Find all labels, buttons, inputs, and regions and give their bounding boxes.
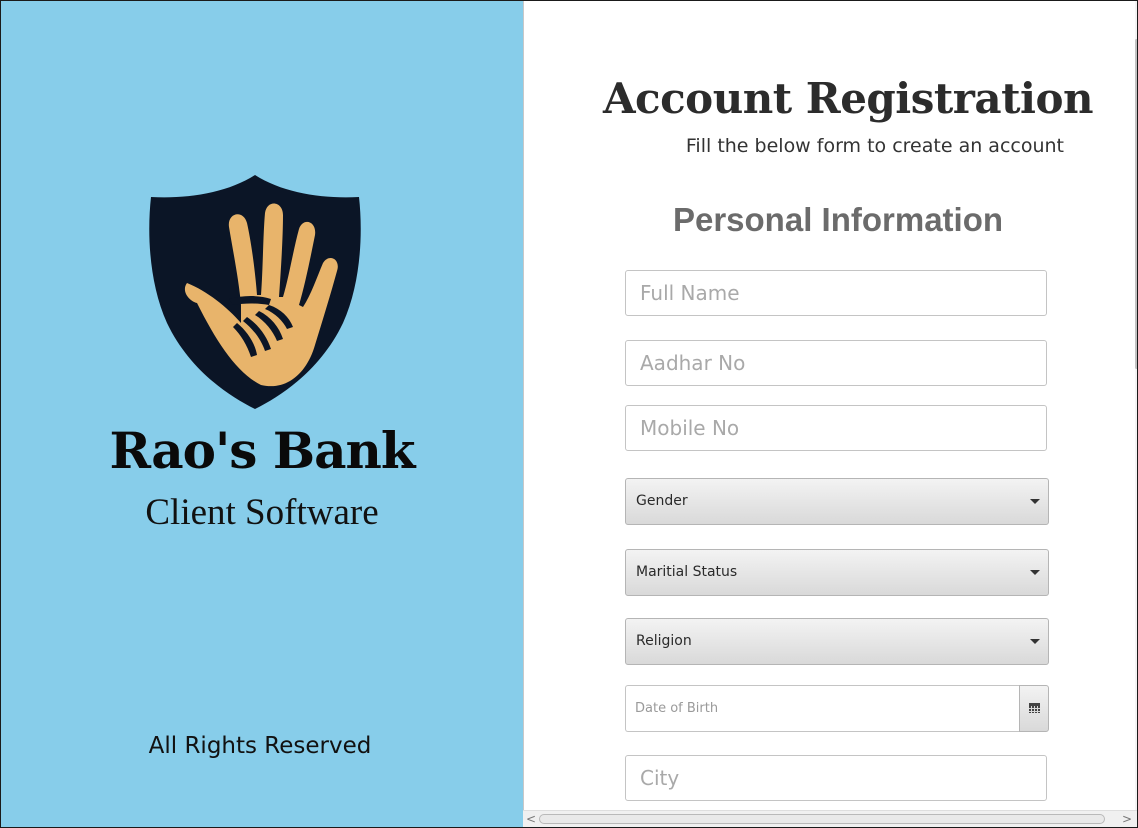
horizontal-scrollbar-thumb[interactable] — [539, 814, 1105, 824]
marital-status-select[interactable]: Maritial Status — [625, 549, 1049, 596]
scroll-left-arrow-icon[interactable]: < — [524, 811, 538, 827]
date-of-birth-picker — [625, 685, 1049, 732]
hands-shield-icon — [149, 175, 361, 409]
city-input[interactable] — [626, 756, 1046, 800]
city-field — [625, 755, 1047, 801]
scroll-right-arrow-icon[interactable]: > — [1120, 811, 1134, 827]
calendar-icon — [1029, 703, 1040, 713]
mobile-input[interactable] — [626, 406, 1046, 450]
brand-panel: Rao's Bank Client Software All Rights Re… — [1, 1, 523, 827]
gender-select-label: Gender — [636, 493, 688, 509]
marital-status-select-label: Maritial Status — [636, 564, 738, 580]
chevron-down-icon — [1030, 639, 1040, 644]
mobile-field — [625, 405, 1047, 451]
section-title-personal-information: Personal Information — [672, 201, 1004, 238]
calendar-button[interactable] — [1019, 685, 1049, 732]
date-of-birth-field — [625, 685, 1019, 732]
aadhar-field — [625, 340, 1047, 386]
page-title: Account Registration — [602, 74, 1094, 123]
horizontal-scrollbar[interactable]: < > — [523, 810, 1137, 827]
page-subtitle: Fill the below form to create an account — [685, 135, 1064, 157]
date-of-birth-input[interactable] — [626, 686, 1019, 731]
gender-select[interactable]: Gender — [625, 478, 1049, 525]
form-panel: Account Registration Fill the below form… — [523, 1, 1137, 827]
footer-rights: All Rights Reserved — [148, 733, 372, 759]
chevron-down-icon — [1030, 499, 1040, 504]
religion-select[interactable]: Religion — [625, 618, 1049, 665]
full-name-input[interactable] — [626, 271, 1046, 315]
brand-name: Rao's Bank — [109, 421, 416, 480]
app-window: Rao's Bank Client Software All Rights Re… — [0, 0, 1138, 828]
religion-select-label: Religion — [636, 633, 692, 649]
brand-subtitle: Client Software — [145, 492, 379, 533]
full-name-field — [625, 270, 1047, 316]
chevron-down-icon — [1030, 570, 1040, 575]
aadhar-input[interactable] — [626, 341, 1046, 385]
